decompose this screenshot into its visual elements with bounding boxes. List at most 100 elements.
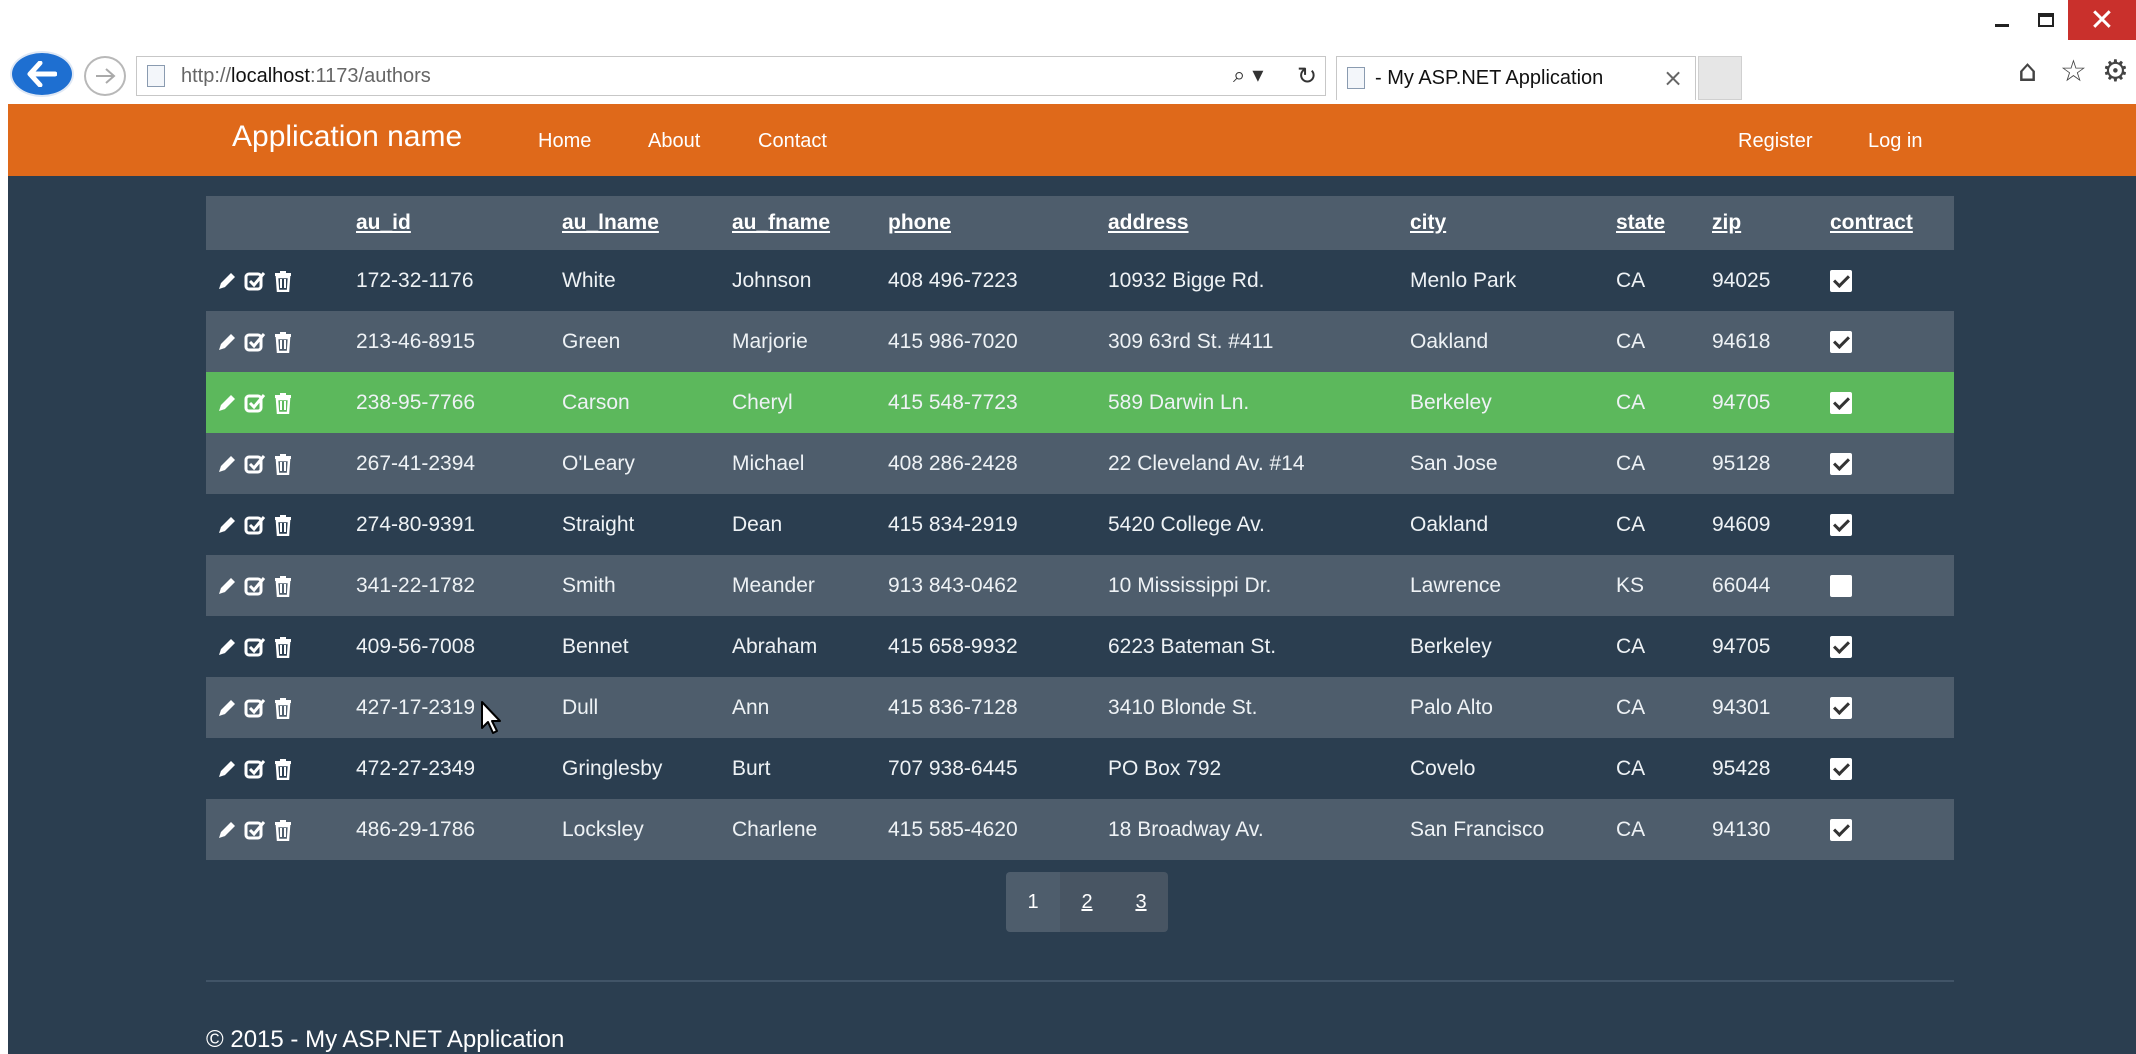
refresh-icon[interactable]: ↻	[1297, 62, 1317, 90]
cell-city: Berkeley	[1410, 634, 1492, 658]
header-contract[interactable]: contract	[1830, 196, 1954, 250]
table-row[interactable]: 409-56-7008 Bennet Abraham 415 658-9932 6223…	[206, 616, 1954, 677]
table-row[interactable]: 267-41-2394 O'Leary Michael 408 286-2428 22 …	[206, 433, 1954, 494]
trash-icon[interactable]	[272, 453, 294, 475]
gear-icon[interactable]: ⚙	[2102, 54, 2129, 89]
cell-phone: 408 496-7223	[888, 268, 1018, 292]
trash-icon[interactable]	[272, 270, 294, 292]
cell-address: 3410 Blonde St.	[1108, 695, 1258, 719]
select-check-icon[interactable]	[244, 514, 266, 536]
pager: 1 2 3	[1006, 872, 1168, 932]
header-state[interactable]: state	[1616, 196, 1712, 250]
select-check-icon[interactable]	[244, 392, 266, 414]
star-icon[interactable]: ☆	[2060, 54, 2087, 89]
url-text[interactable]: http://localhost:1173/authors	[181, 65, 431, 88]
new-tab-button[interactable]	[1698, 56, 1742, 100]
pager-page-3[interactable]: 3	[1114, 872, 1168, 932]
cell-address: 10 Mississippi Dr.	[1108, 573, 1272, 597]
pencil-icon[interactable]	[216, 270, 238, 292]
header-phone[interactable]: phone	[888, 196, 1108, 250]
pencil-icon[interactable]	[216, 331, 238, 353]
select-check-icon[interactable]	[244, 758, 266, 780]
nav-link-contact[interactable]: Contact	[758, 130, 827, 153]
pencil-icon[interactable]	[216, 392, 238, 414]
nav-link-about[interactable]: About	[648, 130, 700, 153]
trash-icon[interactable]	[272, 575, 294, 597]
table-row[interactable]: 213-46-8915 Green Marjorie 415 986-7020 309 …	[206, 311, 1954, 372]
select-check-icon[interactable]	[244, 575, 266, 597]
header-city[interactable]: city	[1410, 196, 1616, 250]
back-button[interactable]	[10, 51, 74, 97]
cell-state: CA	[1616, 695, 1646, 719]
trash-icon[interactable]	[272, 819, 294, 841]
browser-tab[interactable]: - My ASP.NET Application ×	[1336, 56, 1696, 100]
cell-phone: 415 986-7020	[888, 329, 1018, 353]
table-row[interactable]: 427-17-2319 Dull Ann 415 836-7128 3410 Blond…	[206, 677, 1954, 738]
cell-contract	[1830, 799, 1954, 860]
trash-icon[interactable]	[272, 392, 294, 414]
cell-state: CA	[1616, 451, 1646, 475]
table-row[interactable]: 341-22-1782 Smith Meander 913 843-0462 10 Mi…	[206, 555, 1954, 616]
table-row[interactable]: 472-27-2349 Gringlesby Burt 707 938-6445 PO …	[206, 738, 1954, 799]
cell-state: CA	[1616, 512, 1646, 536]
nav-link-register[interactable]: Register	[1738, 130, 1812, 153]
table-row[interactable]: 274-80-9391 Straight Dean 415 834-2919 5420 …	[206, 494, 1954, 555]
select-check-icon[interactable]	[244, 697, 266, 719]
cell-au-fname: Meander	[732, 573, 815, 597]
trash-icon[interactable]	[272, 331, 294, 353]
address-bar[interactable]: http://localhost:1173/authors ⌕ ▾ ↻	[136, 56, 1326, 96]
tab-close-icon[interactable]: ×	[1663, 64, 1683, 92]
page-icon	[1347, 67, 1365, 89]
select-check-icon[interactable]	[244, 331, 266, 353]
minimize-button[interactable]	[1980, 0, 2024, 40]
table-row[interactable]: 238-95-7766 Carson Cheryl 415 548-7723 589 D…	[206, 372, 1954, 433]
cell-state: CA	[1616, 634, 1646, 658]
pencil-icon[interactable]	[216, 453, 238, 475]
pencil-icon[interactable]	[216, 514, 238, 536]
maximize-button[interactable]	[2024, 0, 2068, 40]
forward-button[interactable]	[84, 56, 126, 96]
header-actions	[206, 196, 356, 250]
tab-title: - My ASP.NET Application	[1375, 67, 1604, 89]
contract-checkbox	[1830, 391, 1852, 414]
nav-link-login[interactable]: Log in	[1868, 130, 1923, 153]
pencil-icon[interactable]	[216, 697, 238, 719]
table-row[interactable]: 486-29-1786 Locksley Charlene 415 585-4620 1…	[206, 799, 1954, 860]
cell-address: 10932 Bigge Rd.	[1108, 268, 1265, 292]
select-check-icon[interactable]	[244, 636, 266, 658]
header-au-fname[interactable]: au_fname	[732, 196, 888, 250]
cell-contract	[1830, 616, 1954, 677]
header-zip[interactable]: zip	[1712, 196, 1830, 250]
contract-checkbox	[1830, 635, 1852, 658]
nav-link-home[interactable]: Home	[538, 130, 591, 153]
trash-icon[interactable]	[272, 514, 294, 536]
brand-link[interactable]: Application name	[232, 120, 462, 154]
cell-au-fname: Dean	[732, 512, 783, 536]
search-icon[interactable]: ⌕ ▾	[1233, 63, 1263, 88]
cell-city: Lawrence	[1410, 573, 1502, 597]
header-au-lname[interactable]: au_lname	[562, 196, 732, 250]
select-check-icon[interactable]	[244, 270, 266, 292]
cell-au-fname: Johnson	[732, 268, 812, 292]
trash-icon[interactable]	[272, 697, 294, 719]
window-close-button[interactable]: ✕	[2068, 0, 2136, 40]
cell-au-fname: Michael	[732, 451, 805, 475]
header-address[interactable]: address	[1108, 196, 1410, 250]
pencil-icon[interactable]	[216, 758, 238, 780]
pencil-icon[interactable]	[216, 636, 238, 658]
cell-state: CA	[1616, 329, 1646, 353]
trash-icon[interactable]	[272, 636, 294, 658]
cell-au-fname: Marjorie	[732, 329, 808, 353]
table-row[interactable]: 172-32-1176 White Johnson 408 496-7223 10932…	[206, 250, 1954, 311]
pencil-icon[interactable]	[216, 575, 238, 597]
home-icon[interactable]: ⌂	[2018, 54, 2037, 89]
authors-table: au_id au_lname au_fname phone address ci…	[206, 196, 1954, 860]
trash-icon[interactable]	[272, 758, 294, 780]
select-check-icon[interactable]	[244, 453, 266, 475]
pager-page-2[interactable]: 2	[1060, 872, 1114, 932]
header-au-id[interactable]: au_id	[356, 196, 562, 250]
select-check-icon[interactable]	[244, 819, 266, 841]
cell-zip: 94705	[1712, 390, 1771, 414]
pencil-icon[interactable]	[216, 819, 238, 841]
contract-checkbox	[1830, 574, 1852, 597]
